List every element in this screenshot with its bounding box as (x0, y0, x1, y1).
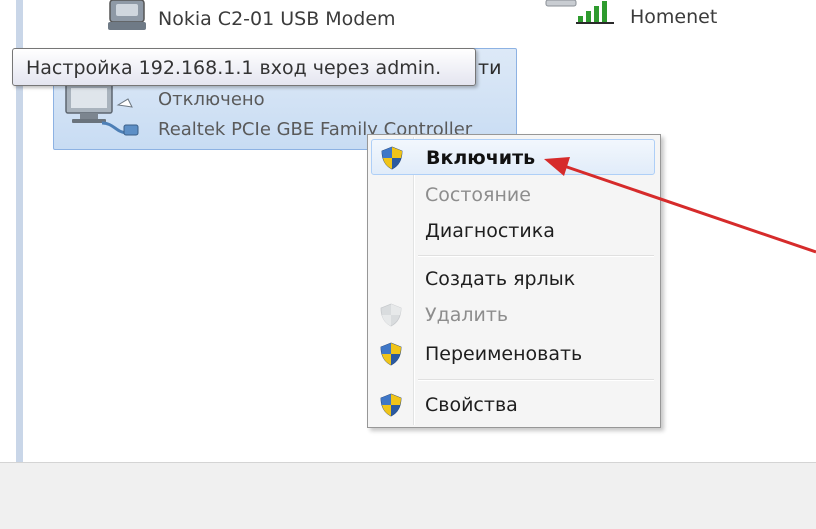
menu-item-properties[interactable]: Свойства (371, 387, 655, 423)
signal-bars-icon (576, 1, 614, 24)
tooltip: Настройка 192.168.1.1 вход через admin. (12, 48, 476, 86)
menu-item-label: Удалить (425, 304, 509, 326)
computer-icon (545, 0, 577, 7)
menu-item-label: Свойства (425, 394, 518, 416)
connection-name: Nokia C2-01 USB Modem (158, 8, 396, 30)
connection-name: Homenet (630, 6, 718, 28)
menu-item-diagnostics[interactable]: Диагностика (371, 213, 655, 249)
menu-item-label: Диагностика (425, 220, 555, 242)
connection-item-nokia[interactable]: Nokia C2-01 USB Modem (100, 0, 440, 40)
connection-item-homenet[interactable]: Homenet (540, 0, 800, 40)
tooltip-text: Настройка 192.168.1.1 вход через admin. (26, 57, 442, 79)
menu-item-label: Состояние (425, 184, 531, 206)
menu-separator (418, 379, 654, 381)
context-menu: Включить Состояние Диагностика Создать я… (367, 134, 661, 428)
details-pane (0, 462, 816, 529)
menu-item-delete[interactable]: Удалить (371, 297, 655, 333)
menu-item-label: Переименовать (425, 343, 583, 365)
menu-item-enable[interactable]: Включить (371, 139, 655, 175)
connection-name-fragment: ти (478, 57, 502, 79)
shield-icon (380, 303, 402, 327)
shield-icon (381, 146, 403, 170)
menu-separator (418, 255, 654, 257)
menu-item-label: Включить (426, 147, 536, 169)
menu-item-status[interactable]: Состояние (371, 177, 655, 213)
modem-icon (108, 0, 146, 30)
shield-icon (380, 393, 402, 417)
menu-item-create-shortcut[interactable]: Создать ярлык (371, 261, 655, 297)
menu-item-rename[interactable]: Переименовать (371, 336, 655, 372)
menu-item-label: Создать ярлык (425, 268, 576, 290)
shield-icon (380, 342, 402, 366)
connection-status: Отключено (158, 89, 265, 110)
